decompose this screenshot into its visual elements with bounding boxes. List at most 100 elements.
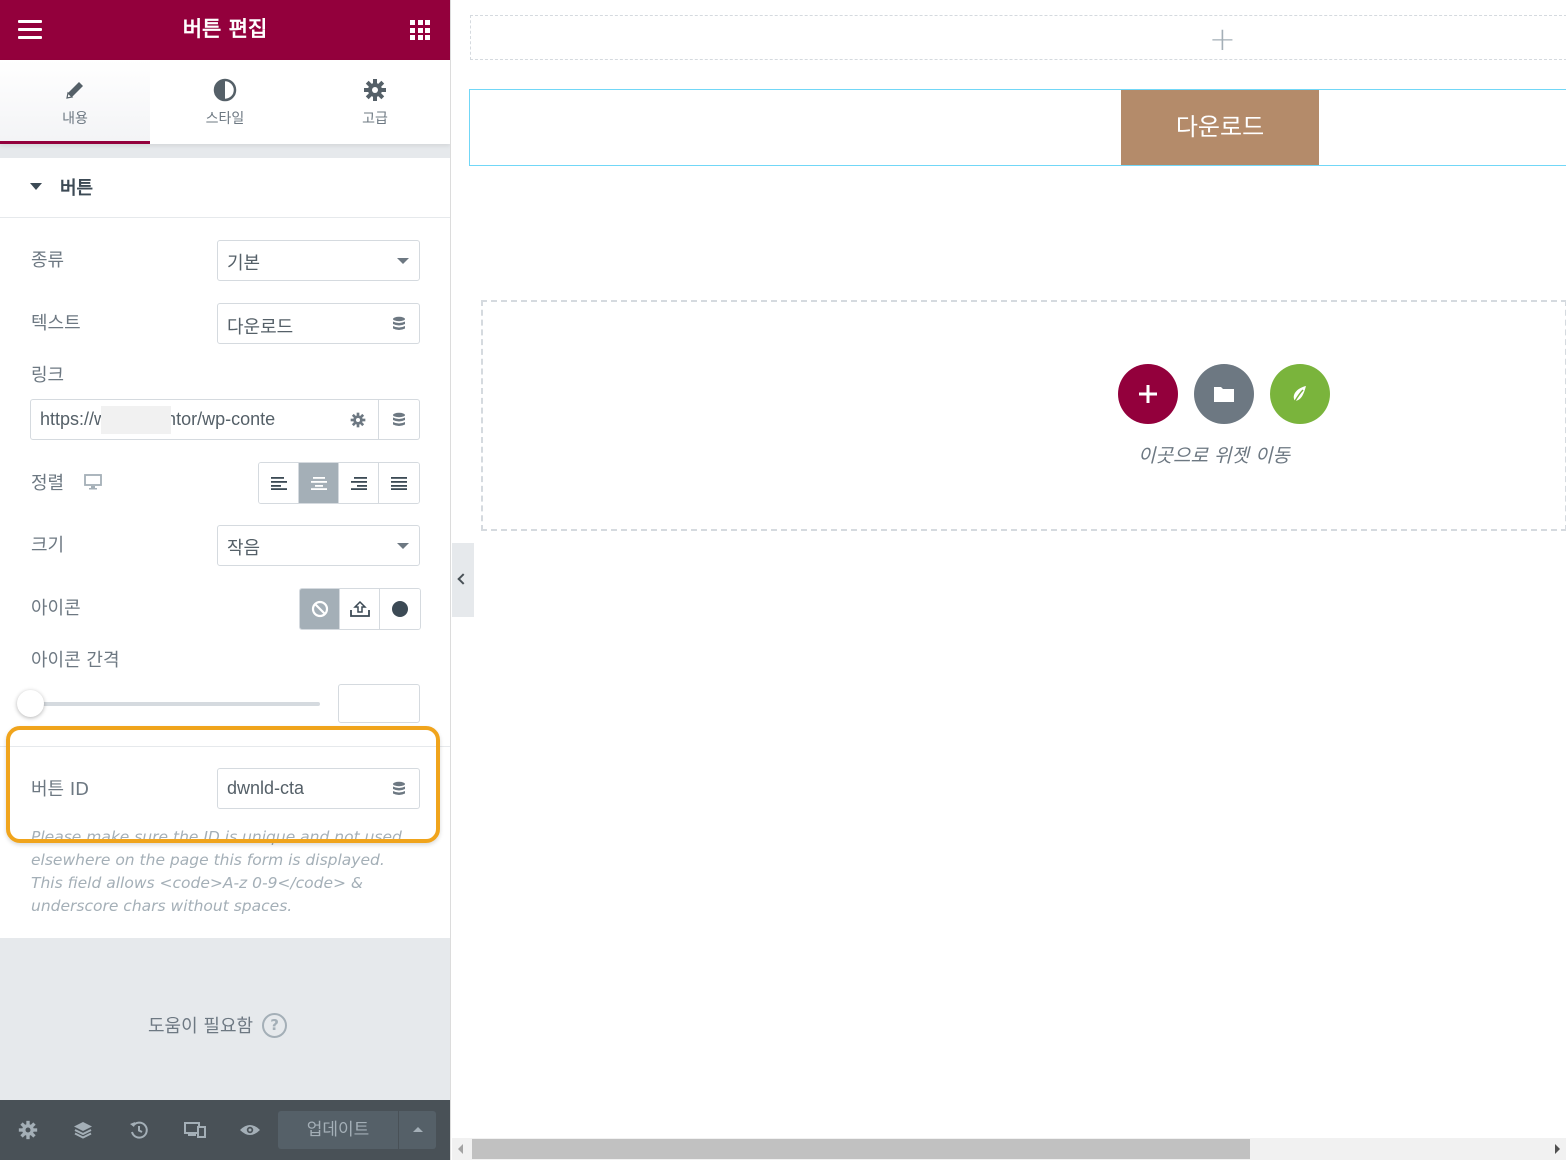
divider [0, 746, 450, 747]
question-icon: ? [262, 1012, 288, 1038]
align-left-button[interactable] [259, 463, 299, 503]
sidebar-footer: 업데이트 [0, 1100, 450, 1160]
icon-upload-button[interactable] [340, 589, 380, 629]
size-label: 크기 [31, 535, 65, 556]
tab-style[interactable]: 스타일 [150, 60, 300, 144]
icon-spacing-slider-handle[interactable] [17, 690, 44, 717]
preview-button[interactable] [237, 1117, 263, 1143]
download-cta-button[interactable]: 다운로드 [1121, 90, 1319, 165]
chevron-down-icon [397, 258, 409, 264]
add-new-section-button[interactable] [1118, 364, 1178, 424]
history-button[interactable] [126, 1117, 152, 1143]
settings-button[interactable] [15, 1117, 41, 1143]
icon-button-group [299, 588, 421, 630]
section-title: 버튼 [60, 178, 94, 199]
update-button[interactable]: 업데이트 [278, 1111, 398, 1149]
responsive-mode-button[interactable] [182, 1117, 208, 1143]
icon-spacing-input[interactable] [338, 684, 420, 723]
selected-section-outline[interactable] [469, 89, 1566, 166]
layers-icon [74, 1122, 92, 1139]
text-label: 텍스트 [31, 313, 81, 334]
desktop-icon[interactable] [84, 474, 102, 490]
gear-icon [300, 78, 450, 104]
dynamic-tags-button[interactable] [379, 303, 420, 344]
blurred-region [101, 406, 171, 434]
ban-icon [311, 600, 328, 618]
gear-icon [350, 412, 366, 427]
tab-content[interactable]: 내용 [0, 60, 150, 144]
devices-icon [184, 1122, 206, 1138]
panel-title: 버튼 편집 [182, 17, 268, 41]
size-select[interactable]: 작음 [217, 525, 420, 566]
save-options-button[interactable] [398, 1111, 436, 1149]
icon-spacing-label: 아이콘 간격 [31, 650, 120, 671]
type-label: 종류 [31, 250, 65, 271]
type-select-value: 기본 [227, 253, 261, 274]
section-header-button[interactable]: 버튼 [0, 158, 450, 218]
database-icon [393, 316, 405, 330]
gear-icon [18, 1120, 38, 1140]
scrollbar-thumb[interactable] [472, 1139, 1250, 1159]
chevron-down-icon [397, 543, 409, 549]
align-left-icon [270, 477, 287, 490]
database-icon [393, 781, 405, 795]
history-icon [130, 1121, 148, 1139]
folder-icon [1214, 387, 1234, 402]
link-label: 링크 [31, 365, 65, 386]
link-field[interactable]: https://w /elementor/wp-conte [30, 399, 340, 440]
plus-icon [1139, 385, 1157, 403]
horizontal-scrollbar[interactable] [452, 1138, 1566, 1160]
button-id-label: 버튼 ID [31, 779, 90, 800]
link-dynamic-tags-button[interactable] [379, 399, 420, 440]
contrast-icon [150, 78, 300, 104]
need-help-link[interactable]: 도움이 필요함 ? [148, 1012, 288, 1038]
text-field[interactable]: 다운로드 [217, 303, 380, 344]
widgets-grid-icon[interactable] [410, 20, 430, 40]
plus-icon: + [1209, 20, 1236, 58]
button-id-field[interactable]: dwnld-cta [217, 768, 380, 809]
align-button-group [258, 462, 420, 504]
panel-tabs: 내용 스타일 고급 [0, 60, 450, 144]
editor-sidebar: 버튼 편집 내용 스타일 고급 버튼 종류 기본 텍스트 다운로드 링크 htt… [0, 0, 450, 1160]
icon-none-button[interactable] [300, 589, 340, 629]
align-justify-icon [391, 477, 407, 490]
icon-spacing-slider-track[interactable] [31, 702, 320, 706]
align-right-button[interactable] [339, 463, 379, 503]
caret-down-icon [30, 183, 42, 190]
scroll-left-icon[interactable] [458, 1144, 463, 1154]
tab-advanced-label: 고급 [362, 111, 388, 127]
need-help-label: 도움이 필요함 [148, 1016, 254, 1037]
eye-icon [240, 1125, 260, 1135]
icon-label: 아이콘 [31, 598, 81, 619]
add-template-button[interactable] [1194, 364, 1254, 424]
upload-icon [349, 600, 370, 617]
envato-kit-button[interactable] [1270, 364, 1330, 424]
circle-icon [392, 601, 408, 617]
leaf-icon [1293, 386, 1306, 402]
icon-library-button[interactable] [380, 589, 420, 629]
size-select-value: 작음 [227, 538, 261, 559]
align-justify-button[interactable] [379, 463, 419, 503]
navigator-button[interactable] [70, 1117, 96, 1143]
type-select[interactable]: 기본 [217, 240, 420, 281]
align-center-icon [310, 477, 327, 490]
collapse-panel-button[interactable] [452, 543, 474, 617]
preview-canvas: + 다운로드 이곳으로 위젯 이동 [450, 0, 1566, 1160]
controls-panel: 버튼 종류 기본 텍스트 다운로드 링크 https://w /elemento… [0, 158, 450, 938]
pencil-icon [0, 78, 150, 104]
tab-advanced[interactable]: 고급 [300, 60, 450, 144]
button-id-help: Please make sure the ID is unique and no… [31, 828, 402, 915]
link-options-button[interactable] [338, 399, 379, 440]
scroll-right-icon[interactable] [1555, 1144, 1560, 1154]
button-id-dynamic-tags-button[interactable] [379, 768, 420, 809]
align-center-button[interactable] [299, 463, 339, 503]
widget-drop-zone[interactable] [481, 300, 1566, 531]
align-label: 정렬 [31, 473, 65, 494]
sidebar-header: 버튼 편집 [0, 0, 450, 60]
align-right-icon [350, 477, 367, 490]
drag-widget-here-text: 이곳으로 위젯 이동 [1138, 445, 1290, 467]
add-section-area[interactable]: + [470, 15, 1566, 60]
database-icon [393, 412, 405, 426]
tab-content-label: 내용 [62, 111, 88, 127]
tab-style-label: 스타일 [205, 111, 245, 127]
